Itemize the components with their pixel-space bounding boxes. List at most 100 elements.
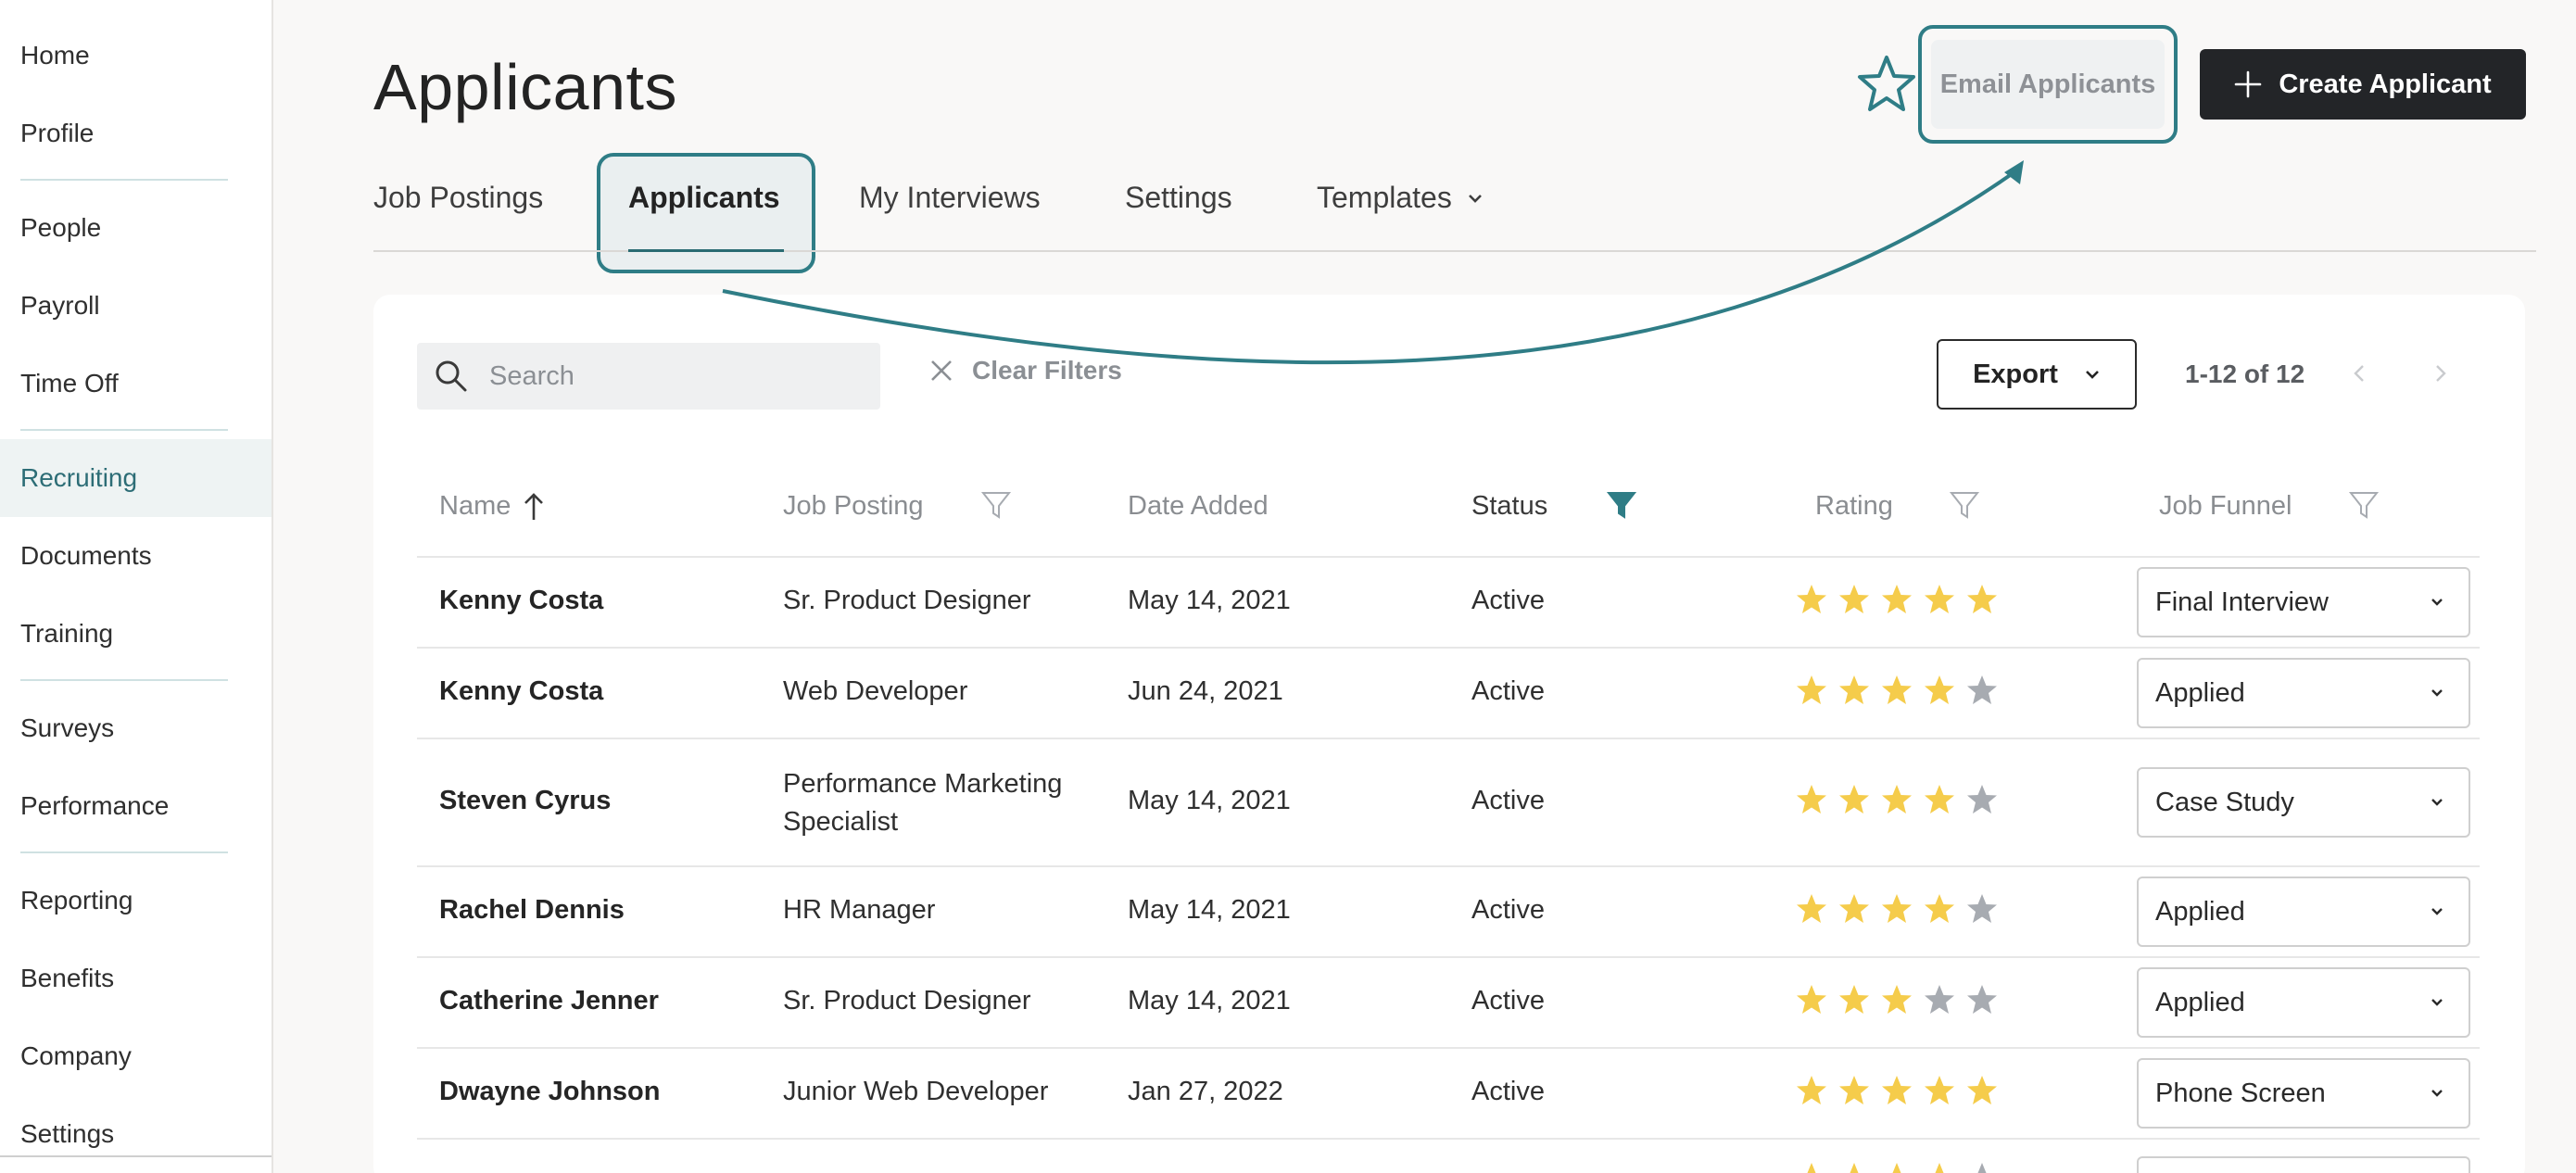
status-text: Active [1471, 586, 1545, 615]
sidebar-item-reporting[interactable]: Reporting [0, 862, 271, 940]
star-empty-icon[interactable] [1966, 784, 1998, 815]
applicant-name[interactable]: Dwayne Johnson [439, 1077, 661, 1107]
next-page-icon[interactable] [2426, 359, 2454, 387]
sidebar-item-performance[interactable]: Performance [0, 767, 271, 845]
row-divider [417, 1138, 2480, 1140]
applicant-name[interactable]: Kenny Costa [439, 676, 603, 707]
tab-applicants[interactable]: Applicants [628, 181, 780, 215]
sidebar-item-settings[interactable]: Settings [0, 1095, 271, 1173]
tab-my-interviews[interactable]: My Interviews [859, 181, 1041, 215]
star-filled-icon[interactable] [1796, 984, 1827, 1015]
star-filled-icon[interactable] [1838, 984, 1870, 1015]
star-filled-icon[interactable] [1881, 984, 1913, 1015]
job-funnel-select[interactable]: Final Interview [2137, 567, 2470, 637]
job-funnel-select[interactable]: Phone Screen [2137, 1058, 2470, 1129]
sidebar-item-people[interactable]: People [0, 189, 271, 267]
filter-icon[interactable] [1949, 489, 1980, 521]
star-empty-icon[interactable] [1966, 1162, 1998, 1173]
filter-active-icon[interactable] [1606, 489, 1637, 521]
sidebar-item-label: Surveys [20, 713, 115, 742]
tab-templates[interactable]: Templates [1317, 181, 1484, 215]
rating-stars[interactable] [1796, 984, 1998, 1015]
star-filled-icon[interactable] [1881, 675, 1913, 706]
job-funnel-select[interactable] [2137, 1156, 2470, 1173]
export-button[interactable]: Export [1937, 339, 2137, 410]
column-header-job-funnel[interactable]: Job Funnel [2159, 491, 2292, 522]
star-filled-icon[interactable] [1796, 893, 1827, 925]
job-funnel-value: Applied [2155, 677, 2245, 708]
star-empty-icon[interactable] [1966, 675, 1998, 706]
star-filled-icon[interactable] [1838, 584, 1870, 615]
sidebar-item-profile[interactable]: Profile [0, 95, 271, 172]
star-empty-icon[interactable] [1966, 893, 1998, 925]
star-empty-icon[interactable] [1924, 984, 1955, 1015]
filter-icon[interactable] [2348, 489, 2380, 521]
sidebar-item-training[interactable]: Training [0, 595, 271, 673]
star-empty-icon[interactable] [1966, 984, 1998, 1015]
column-header-job-posting[interactable]: Job Posting [783, 491, 924, 522]
star-filled-icon[interactable] [1838, 675, 1870, 706]
star-filled-icon[interactable] [1796, 675, 1827, 706]
sidebar-item-recruiting[interactable]: Recruiting [0, 439, 271, 517]
star-filled-icon[interactable] [1838, 893, 1870, 925]
star-filled-icon[interactable] [1924, 584, 1955, 615]
applicant-name[interactable]: Kenny Costa [439, 586, 603, 616]
tab-job-postings[interactable]: Job Postings [373, 181, 543, 215]
job-funnel-select[interactable]: Case Study [2137, 767, 2470, 838]
star-filled-icon[interactable] [1924, 784, 1955, 815]
sidebar-item-label: Settings [20, 1119, 115, 1148]
star-filled-icon[interactable] [1838, 784, 1870, 815]
search-input[interactable] [489, 360, 860, 392]
search-field[interactable] [417, 343, 880, 410]
favorite-star-button[interactable] [1857, 54, 1916, 113]
job-funnel-select[interactable]: Applied [2137, 877, 2470, 947]
prev-page-icon[interactable] [2346, 359, 2374, 387]
create-applicant-label: Create Applicant [2279, 69, 2492, 99]
rating-stars[interactable] [1796, 784, 1998, 815]
star-filled-icon[interactable] [1796, 1075, 1827, 1106]
star-filled-icon[interactable] [1924, 1075, 1955, 1106]
sidebar-item-home[interactable]: Home [0, 17, 271, 95]
star-filled-icon[interactable] [1924, 893, 1955, 925]
rating-stars[interactable] [1796, 893, 1998, 925]
job-funnel-select[interactable]: Applied [2137, 967, 2470, 1038]
star-filled-icon[interactable] [1881, 784, 1913, 815]
email-applicants-button[interactable]: Email Applicants [1931, 40, 2165, 129]
tab-settings[interactable]: Settings [1125, 181, 1232, 215]
star-filled-icon[interactable] [1838, 1075, 1870, 1106]
sidebar-item-payroll[interactable]: Payroll [0, 267, 271, 345]
star-filled-icon[interactable] [1881, 1162, 1913, 1173]
sidebar-item-surveys[interactable]: Surveys [0, 689, 271, 767]
rating-stars[interactable] [1796, 1075, 1998, 1106]
create-applicant-button[interactable]: Create Applicant [2200, 49, 2526, 120]
column-header-date-added[interactable]: Date Added [1128, 491, 1269, 522]
job-funnel-select[interactable]: Applied [2137, 658, 2470, 728]
clear-filters-button[interactable]: Clear Filters [929, 356, 1122, 385]
star-filled-icon[interactable] [1796, 584, 1827, 615]
sidebar-item-documents[interactable]: Documents [0, 517, 271, 595]
sidebar-item-benefits[interactable]: Benefits [0, 940, 271, 1017]
column-header-rating[interactable]: Rating [1815, 491, 1893, 522]
rating-stars[interactable] [1796, 675, 1998, 706]
star-filled-icon[interactable] [1881, 1075, 1913, 1106]
sidebar-item-time-off[interactable]: Time Off [0, 345, 271, 423]
star-filled-icon[interactable] [1796, 1162, 1827, 1173]
applicant-name[interactable]: Steven Cyrus [439, 786, 611, 816]
star-filled-icon[interactable] [1966, 1075, 1998, 1106]
star-filled-icon[interactable] [1881, 893, 1913, 925]
column-header-status[interactable]: Status [1471, 491, 1547, 522]
date-added: Jan 27, 2022 [1128, 1077, 1283, 1106]
filter-icon[interactable] [980, 489, 1012, 521]
status-text: Active [1471, 1077, 1545, 1106]
star-filled-icon[interactable] [1924, 1162, 1955, 1173]
sidebar-item-company[interactable]: Company [0, 1017, 271, 1095]
star-filled-icon[interactable] [1838, 1162, 1870, 1173]
rating-stars[interactable] [1796, 584, 1998, 615]
star-filled-icon[interactable] [1796, 784, 1827, 815]
applicant-name[interactable]: Catherine Jenner [439, 986, 659, 1016]
applicant-name[interactable]: Rachel Dennis [439, 895, 625, 926]
column-header-name[interactable]: Name [439, 491, 546, 522]
star-filled-icon[interactable] [1881, 584, 1913, 615]
star-filled-icon[interactable] [1924, 675, 1955, 706]
star-filled-icon[interactable] [1966, 584, 1998, 615]
